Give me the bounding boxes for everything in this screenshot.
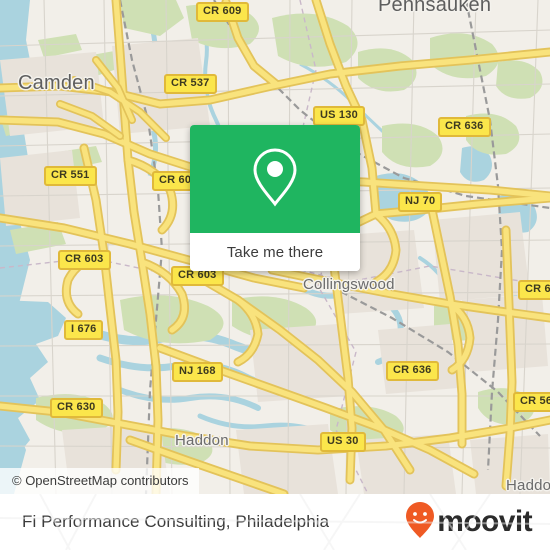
road-shield-cr-537: CR 537 [164, 74, 217, 94]
road-shield-i-676: I 676 [64, 320, 104, 340]
moovit-pin-icon [405, 501, 435, 544]
road-shield-cr-603-west: CR 603 [58, 250, 111, 270]
road-shield-us-130: US 130 [313, 106, 365, 126]
road-shield-cr-630: CR 630 [50, 398, 103, 418]
road-shield-cr-551: CR 551 [44, 166, 97, 186]
poi-title: Fi Performance Consulting, Philadelphia [22, 512, 330, 531]
road-shield-cr-62: CR 62 [518, 280, 550, 300]
moovit-map-screenshot: Camden Pennsauken Collingswood Haddon Ha… [0, 0, 550, 550]
road-shield-cr-636-north: CR 636 [438, 117, 491, 137]
osm-attribution[interactable]: © OpenStreetMap contributors [0, 468, 199, 494]
road-shield-cr-636-south: CR 636 [386, 361, 439, 381]
road-shield-cr-561: CR 561 [513, 392, 550, 412]
moovit-logo[interactable]: moovit [405, 501, 533, 544]
map-pin-icon [249, 146, 301, 213]
moovit-wordmark: moovit [437, 505, 532, 538]
road-shield-nj-70: NJ 70 [398, 192, 443, 212]
take-me-there-button[interactable]: Take me there [190, 233, 360, 271]
poi-card-header [190, 125, 360, 233]
poi-callout-card[interactable]: Take me there [190, 125, 360, 271]
road-shield-us-30: US 30 [320, 432, 366, 452]
bottom-info-bar: Fi Performance Consulting, Philadelphia … [0, 494, 550, 550]
road-shield-cr-609: CR 609 [196, 2, 249, 22]
map-canvas[interactable]: Camden Pennsauken Collingswood Haddon Ha… [0, 0, 550, 494]
road-shield-nj-168: NJ 168 [172, 362, 223, 382]
